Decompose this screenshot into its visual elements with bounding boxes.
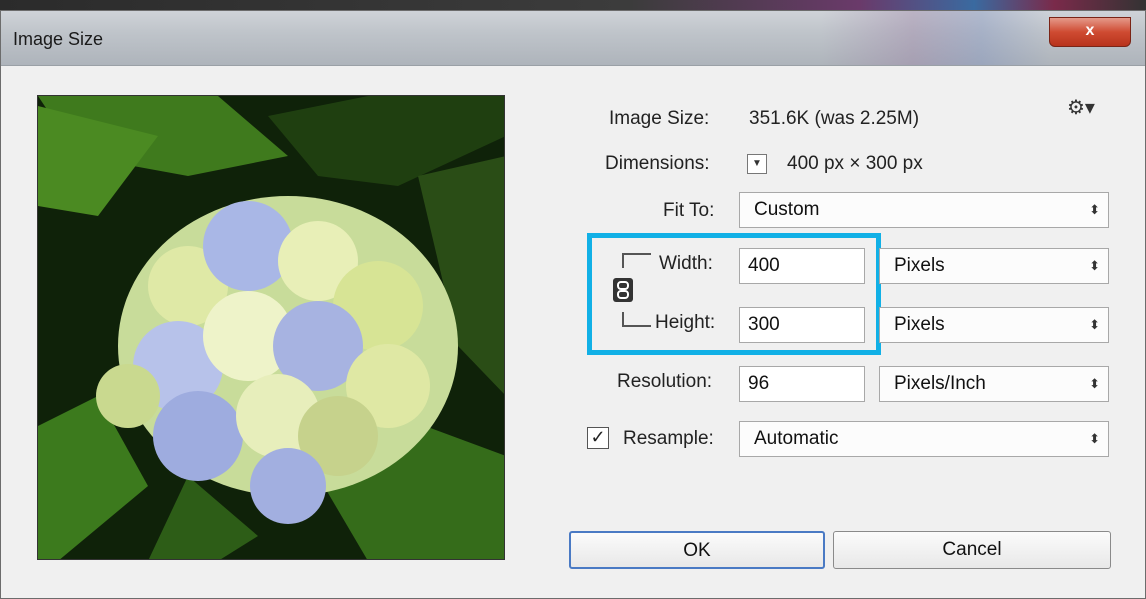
resample-checkbox[interactable]: ✓ bbox=[587, 427, 609, 449]
width-unit-value: Pixels bbox=[894, 255, 945, 276]
fit-to-value: Custom bbox=[754, 199, 820, 220]
fit-to-select[interactable]: Custom ⬍ bbox=[739, 192, 1109, 228]
height-input[interactable]: 300 bbox=[739, 307, 865, 343]
up-down-arrow-icon: ⬍ bbox=[1089, 202, 1100, 217]
ok-button[interactable]: OK bbox=[569, 531, 825, 569]
close-button[interactable]: x bbox=[1049, 17, 1131, 47]
dimensions-value: 400 px × 300 px bbox=[787, 153, 923, 174]
dialog-body: Image Size: 351.6K (was 2.25M) ⚙▾ Dimens… bbox=[7, 75, 1139, 598]
gear-icon[interactable]: ⚙▾ bbox=[1067, 95, 1095, 120]
resample-value: Automatic bbox=[754, 428, 839, 449]
width-unit-select[interactable]: Pixels ⬍ bbox=[879, 248, 1109, 284]
resolution-unit-select[interactable]: Pixels/Inch ⬍ bbox=[879, 366, 1109, 402]
width-label: Width: bbox=[659, 253, 713, 274]
up-down-arrow-icon: ⬍ bbox=[1089, 317, 1100, 332]
fit-to-label: Fit To: bbox=[663, 200, 715, 221]
title-bar-glow bbox=[821, 11, 1051, 65]
height-label: Height: bbox=[655, 312, 716, 333]
title-bar[interactable]: Image Size x bbox=[1, 11, 1145, 66]
image-size-value: 351.6K (was 2.25M) bbox=[749, 108, 920, 129]
dropdown-arrow-icon[interactable]: ▼ bbox=[747, 154, 767, 174]
image-size-label: Image Size: bbox=[609, 108, 710, 129]
image-size-dialog: Image Size x Image Size: 351.6K (was 2.2… bbox=[0, 10, 1146, 599]
dimensions-label: Dimensions: bbox=[605, 153, 710, 174]
resample-label: Resample: bbox=[623, 428, 714, 449]
width-input[interactable]: 400 bbox=[739, 248, 865, 284]
up-down-arrow-icon: ⬍ bbox=[1089, 258, 1100, 273]
cancel-button[interactable]: Cancel bbox=[833, 531, 1111, 569]
close-icon: x bbox=[1085, 22, 1095, 39]
window-title: Image Size bbox=[13, 29, 104, 49]
image-preview[interactable] bbox=[37, 95, 505, 560]
resolution-unit-value: Pixels/Inch bbox=[894, 373, 986, 394]
height-unit-select[interactable]: Pixels ⬍ bbox=[879, 307, 1109, 343]
resolution-input[interactable]: 96 bbox=[739, 366, 865, 402]
up-down-arrow-icon: ⬍ bbox=[1089, 376, 1100, 391]
resolution-label: Resolution: bbox=[617, 371, 713, 392]
chain-link-icon[interactable] bbox=[611, 250, 651, 330]
up-down-arrow-icon: ⬍ bbox=[1089, 431, 1100, 446]
hydrangea-image bbox=[38, 96, 504, 559]
height-unit-value: Pixels bbox=[894, 314, 945, 335]
resample-select[interactable]: Automatic ⬍ bbox=[739, 421, 1109, 457]
